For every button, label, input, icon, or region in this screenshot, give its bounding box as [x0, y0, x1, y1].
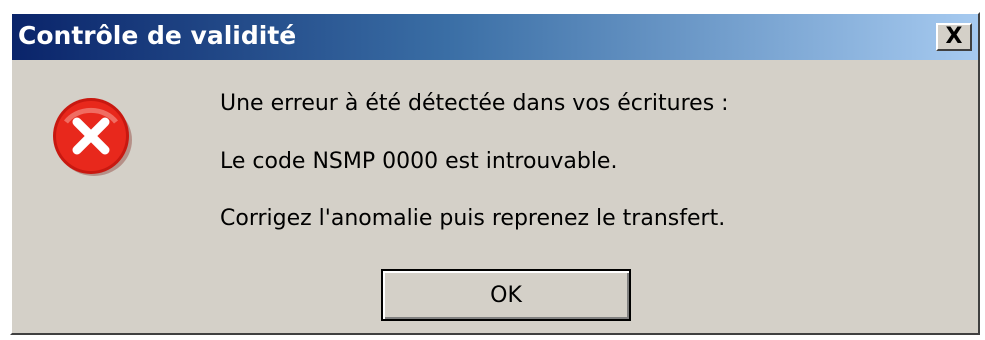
- error-message-line-1: Une erreur à été détectée dans vos écrit…: [220, 91, 729, 116]
- error-message-line-2: Le code NSMP 0000 est introuvable.: [220, 149, 618, 174]
- error-dialog: Contrôle de validité X Une erreur à été …: [10, 12, 980, 335]
- dialog-titlebar[interactable]: Contrôle de validité X: [12, 14, 978, 60]
- ok-button[interactable]: OK: [381, 269, 631, 321]
- error-message-line-3: Corrigez l'anomalie puis reprenez le tra…: [220, 206, 726, 231]
- close-icon: X: [945, 24, 963, 49]
- dialog-title: Contrôle de validité: [18, 21, 297, 50]
- error-icon: [53, 98, 132, 176]
- close-button[interactable]: X: [936, 23, 972, 51]
